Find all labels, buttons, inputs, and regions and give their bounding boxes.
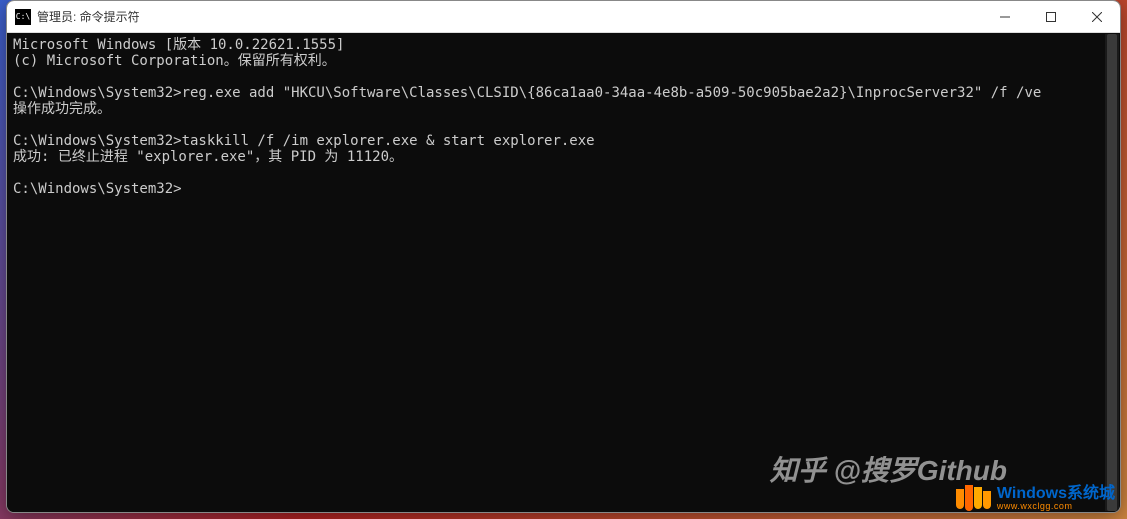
cmd-icon: C:\	[15, 9, 31, 25]
maximize-button[interactable]	[1028, 1, 1074, 32]
scrollbar-thumb[interactable]	[1107, 34, 1117, 511]
titlebar[interactable]: C:\ 管理员: 命令提示符	[7, 1, 1120, 33]
minimize-button[interactable]	[982, 1, 1028, 32]
cmd-window: C:\ 管理员: 命令提示符 Microsoft Windows [版本 10.…	[6, 0, 1121, 513]
scrollbar[interactable]	[1105, 34, 1119, 511]
terminal-output[interactable]: Microsoft Windows [版本 10.0.22621.1555] (…	[7, 33, 1120, 512]
window-controls	[982, 1, 1120, 32]
close-button[interactable]	[1074, 1, 1120, 32]
window-title: 管理员: 命令提示符	[37, 8, 982, 25]
